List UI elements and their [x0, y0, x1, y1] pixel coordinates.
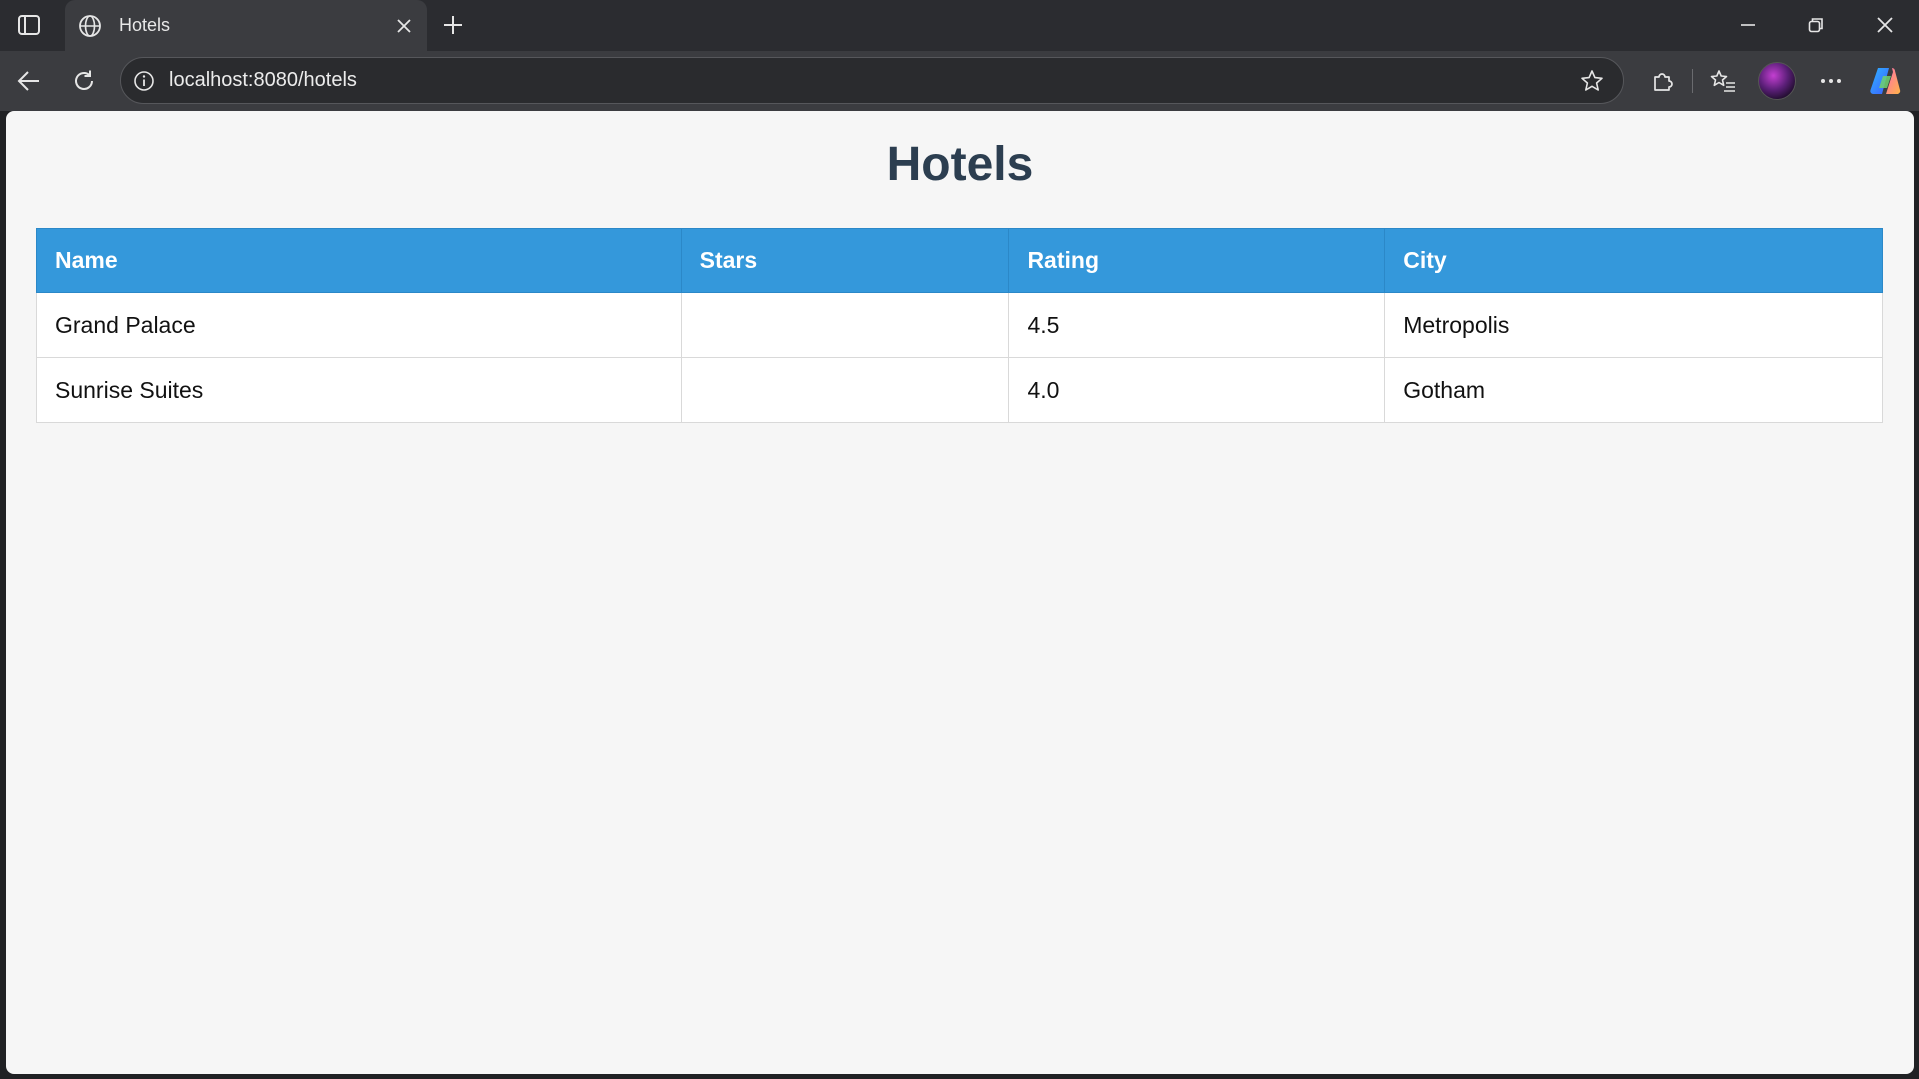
column-header-rating: Rating	[1008, 228, 1386, 293]
new-tab-plus-icon[interactable]	[438, 10, 468, 40]
browser-chrome: Hotels localhost:8080/hotels	[0, 0, 1919, 111]
reload-icon[interactable]	[67, 64, 101, 98]
table-row: Grand Palace 4.5 Metropolis	[36, 292, 1883, 358]
more-icon[interactable]	[1814, 64, 1848, 98]
close-tab-icon[interactable]	[389, 11, 419, 41]
page-title: Hotels	[886, 138, 1034, 191]
cell-stars	[680, 357, 1010, 423]
favorites-list-icon[interactable]	[1706, 64, 1740, 98]
cell-stars	[680, 292, 1010, 358]
cell-name: Grand Palace	[36, 292, 682, 358]
cell-name: Sunrise Suites	[36, 357, 682, 423]
table-header-row: Name Stars Rating City	[36, 228, 1883, 293]
puzzle-icon[interactable]	[1645, 64, 1679, 98]
column-header-city: City	[1384, 228, 1883, 293]
hotels-table: Name Stars Rating City Grand Palace 4.5 …	[36, 228, 1883, 423]
column-header-stars: Stars	[680, 228, 1010, 293]
close-window-icon[interactable]	[1867, 10, 1903, 40]
globe-icon	[77, 13, 103, 39]
restore-icon[interactable]	[1798, 10, 1834, 40]
minimize-icon[interactable]	[1730, 10, 1766, 40]
sidebar-toggle-icon[interactable]	[14, 12, 44, 38]
cell-city: Metropolis	[1384, 292, 1883, 358]
address-bar[interactable]: localhost:8080/hotels	[120, 57, 1624, 104]
page-viewport: Hotels Name Stars Rating City Grand Pala…	[6, 111, 1914, 1074]
back-arrow-icon[interactable]	[12, 64, 46, 98]
tab-strip: Hotels	[0, 0, 1919, 51]
cell-rating: 4.5	[1008, 292, 1386, 358]
column-header-name: Name	[36, 228, 682, 293]
profile-avatar[interactable]	[1758, 62, 1796, 100]
tab-hotels[interactable]: Hotels	[65, 0, 427, 51]
star-icon[interactable]	[1575, 64, 1609, 98]
url-text[interactable]: localhost:8080/hotels	[169, 69, 1575, 92]
cell-city: Gotham	[1384, 357, 1883, 423]
navigation-toolbar: localhost:8080/hotels	[0, 51, 1919, 111]
cell-rating: 4.0	[1008, 357, 1386, 423]
copilot-icon[interactable]	[1868, 64, 1902, 98]
table-row: Sunrise Suites 4.0 Gotham	[36, 357, 1883, 423]
toolbar-divider	[1692, 69, 1693, 93]
info-icon[interactable]	[131, 68, 157, 94]
tab-title: Hotels	[119, 15, 171, 35]
